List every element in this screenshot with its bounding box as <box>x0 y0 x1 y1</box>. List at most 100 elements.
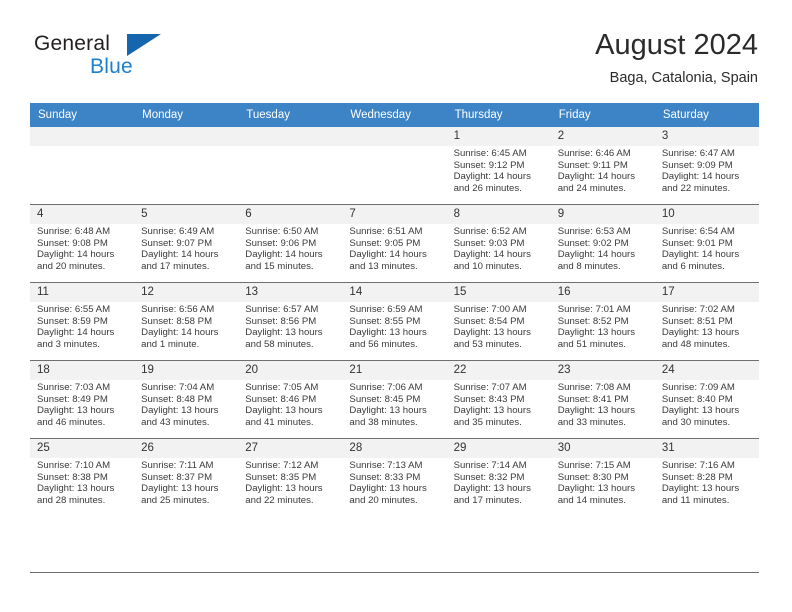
daylight-text-line1: Daylight: 13 hours <box>37 405 115 417</box>
calendar-day-cell[interactable]: 21 Sunrise: 7:06 AM Sunset: 8:45 PM Dayligh… <box>342 360 447 439</box>
calendar-day-cell[interactable]: 2 Sunrise: 6:46 AM Sunset: 9:11 PM Daylight… <box>550 127 655 205</box>
sunset-text: Sunset: 8:43 PM <box>453 393 525 405</box>
calendar-day-cell[interactable]: 17 Sunrise: 7:02 AM Sunset: 8:51 PM Dayligh… <box>654 282 759 361</box>
daylight-text-line2: and 20 minutes. <box>37 260 106 272</box>
day-number: 13 <box>238 283 343 302</box>
sunrise-text: Sunrise: 6:53 AM <box>557 226 631 237</box>
day-details: Sunrise: 6:55 AM Sunset: 8:59 PM Daylight:… <box>30 302 134 350</box>
calendar-day-cell[interactable]: 26 Sunrise: 7:11 AM Sunset: 8:37 PM Dayligh… <box>134 438 239 516</box>
sunrise-text: Sunrise: 6:59 AM <box>349 304 423 315</box>
daylight-text-line2: and 6 minutes. <box>661 260 725 272</box>
day-details: Sunrise: 7:00 AM Sunset: 8:54 PM Daylight:… <box>447 302 551 350</box>
calendar-day-cell[interactable]: 9 Sunrise: 6:53 AM Sunset: 9:02 PM Daylight… <box>550 204 655 283</box>
sunrise-text: Sunrise: 7:08 AM <box>557 382 631 393</box>
calendar-day-cell[interactable]: 23 Sunrise: 7:08 AM Sunset: 8:41 PM Dayligh… <box>550 360 655 439</box>
daylight-text-line2: and 1 minute. <box>141 338 200 350</box>
calendar-week-row: 25 Sunrise: 7:10 AM Sunset: 8:38 PM Dayligh… <box>30 438 759 516</box>
sunrise-text: Sunrise: 7:14 AM <box>453 460 527 471</box>
day-number: 22 <box>446 361 551 380</box>
weekday-header-row: Sunday Monday Tuesday Wednesday Thursday… <box>30 103 759 127</box>
calendar-day-cell[interactable]: 14 Sunrise: 6:59 AM Sunset: 8:55 PM Dayligh… <box>342 282 447 361</box>
page-header: General Blue August 2024 Baga, Catalonia… <box>30 28 758 98</box>
sunset-text: Sunset: 8:55 PM <box>349 315 421 327</box>
day-details: Sunrise: 7:09 AM Sunset: 8:40 PM Daylight:… <box>655 380 759 428</box>
sunrise-text: Sunrise: 6:45 AM <box>453 148 527 159</box>
daylight-text-line2: and 58 minutes. <box>245 338 314 350</box>
calendar-day-cell[interactable]: 28 Sunrise: 7:13 AM Sunset: 8:33 PM Dayligh… <box>342 438 447 516</box>
calendar-day-cell[interactable]: 29 Sunrise: 7:14 AM Sunset: 8:32 PM Dayligh… <box>446 438 551 516</box>
day-details: Sunrise: 7:08 AM Sunset: 8:41 PM Daylight:… <box>551 380 655 428</box>
daylight-text-line1: Daylight: 14 hours <box>661 171 740 183</box>
sunrise-text: Sunrise: 7:06 AM <box>349 382 423 393</box>
calendar-day-cell[interactable]: 31 Sunrise: 7:16 AM Sunset: 8:28 PM Dayligh… <box>654 438 759 516</box>
calendar-day-cell[interactable]: 12 Sunrise: 6:56 AM Sunset: 8:58 PM Dayligh… <box>134 282 239 361</box>
sunrise-text: Sunrise: 6:49 AM <box>141 226 215 237</box>
calendar-bottom-rule <box>30 572 759 573</box>
sunset-text: Sunset: 9:11 PM <box>557 159 628 171</box>
calendar-day-cell[interactable]: 25 Sunrise: 7:10 AM Sunset: 8:38 PM Dayligh… <box>30 438 135 516</box>
calendar-day-cell[interactable]: 5 Sunrise: 6:49 AM Sunset: 9:07 PM Daylight… <box>134 204 239 283</box>
calendar-day-cell[interactable]: 16 Sunrise: 7:01 AM Sunset: 8:52 PM Dayligh… <box>550 282 655 361</box>
day-details: Sunrise: 6:56 AM Sunset: 8:58 PM Daylight:… <box>134 302 238 350</box>
daylight-text-line1: Daylight: 14 hours <box>453 171 531 183</box>
calendar-day-cell[interactable]: 20 Sunrise: 7:05 AM Sunset: 8:46 PM Dayligh… <box>238 360 343 439</box>
daylight-text-line1: Daylight: 14 hours <box>557 171 636 183</box>
calendar-day-cell-empty <box>30 127 135 205</box>
brand-logo[interactable]: General Blue <box>30 28 270 88</box>
calendar-day-cell[interactable]: 18 Sunrise: 7:03 AM Sunset: 8:49 PM Dayligh… <box>30 360 135 439</box>
day-number: 28 <box>342 439 447 458</box>
day-details: Sunrise: 7:06 AM Sunset: 8:45 PM Daylight:… <box>342 380 446 428</box>
sunset-text: Sunset: 8:41 PM <box>557 393 629 405</box>
daylight-text-line2: and 8 minutes. <box>557 260 621 272</box>
sunset-text: Sunset: 9:09 PM <box>661 159 733 171</box>
calendar-day-cell-empty <box>134 127 239 205</box>
title-block: August 2024 Baga, Catalonia, Spain <box>595 28 758 88</box>
brand-name-blue: Blue <box>90 55 133 78</box>
daylight-text-line2: and 22 minutes. <box>661 182 731 194</box>
day-details: Sunrise: 7:03 AM Sunset: 8:49 PM Daylight:… <box>30 380 134 428</box>
calendar-day-cell[interactable]: 10 Sunrise: 6:54 AM Sunset: 9:01 PM Dayligh… <box>654 204 759 283</box>
day-number: 21 <box>342 361 447 380</box>
calendar-day-cell[interactable]: 3 Sunrise: 6:47 AM Sunset: 9:09 PM Daylight… <box>654 127 759 205</box>
daylight-text-line1: Daylight: 13 hours <box>661 483 740 495</box>
day-details: Sunrise: 6:54 AM Sunset: 9:01 PM Daylight:… <box>655 224 759 272</box>
day-details: Sunrise: 7:15 AM Sunset: 8:30 PM Daylight:… <box>551 458 655 506</box>
sunset-text: Sunset: 8:49 PM <box>37 393 108 405</box>
day-details: Sunrise: 7:13 AM Sunset: 8:33 PM Daylight:… <box>342 458 446 506</box>
daylight-text-line1: Daylight: 13 hours <box>661 327 740 339</box>
calendar-day-cell[interactable]: 1 Sunrise: 6:45 AM Sunset: 9:12 PM Daylight… <box>446 127 551 205</box>
calendar-day-cell[interactable]: 15 Sunrise: 7:00 AM Sunset: 8:54 PM Dayligh… <box>446 282 551 361</box>
sunrise-text: Sunrise: 6:51 AM <box>349 226 423 237</box>
calendar-day-cell[interactable]: 24 Sunrise: 7:09 AM Sunset: 8:40 PM Dayligh… <box>654 360 759 439</box>
day-details: Sunrise: 6:47 AM Sunset: 9:09 PM Daylight:… <box>655 146 759 194</box>
day-details: Sunrise: 6:52 AM Sunset: 9:03 PM Daylight:… <box>447 224 551 272</box>
sunset-text: Sunset: 9:07 PM <box>141 237 213 249</box>
sunset-text: Sunset: 8:40 PM <box>661 393 733 405</box>
calendar-day-cell[interactable]: 8 Sunrise: 6:52 AM Sunset: 9:03 PM Daylight… <box>446 204 551 283</box>
calendar-day-cell[interactable]: 27 Sunrise: 7:12 AM Sunset: 8:35 PM Dayligh… <box>238 438 343 516</box>
day-details: Sunrise: 6:46 AM Sunset: 9:11 PM Daylight:… <box>551 146 655 194</box>
sunset-text: Sunset: 8:52 PM <box>557 315 629 327</box>
day-number <box>134 127 239 146</box>
daylight-text-line1: Daylight: 14 hours <box>141 249 219 261</box>
calendar-day-cell[interactable]: 30 Sunrise: 7:15 AM Sunset: 8:30 PM Dayligh… <box>550 438 655 516</box>
day-number: 12 <box>134 283 239 302</box>
day-details: Sunrise: 7:07 AM Sunset: 8:43 PM Daylight:… <box>447 380 551 428</box>
sunset-text: Sunset: 8:54 PM <box>453 315 525 327</box>
calendar-day-cell[interactable]: 13 Sunrise: 6:57 AM Sunset: 8:56 PM Dayligh… <box>238 282 343 361</box>
calendar-day-cell[interactable]: 22 Sunrise: 7:07 AM Sunset: 8:43 PM Dayligh… <box>446 360 551 439</box>
sunset-text: Sunset: 9:03 PM <box>453 237 525 249</box>
calendar-day-cell[interactable]: 6 Sunrise: 6:50 AM Sunset: 9:06 PM Daylight… <box>238 204 343 283</box>
day-number: 18 <box>30 361 135 380</box>
daylight-text-line2: and 48 minutes. <box>661 338 731 350</box>
day-number: 31 <box>654 439 759 458</box>
calendar-day-cell[interactable]: 4 Sunrise: 6:48 AM Sunset: 9:08 PM Daylight… <box>30 204 135 283</box>
day-details: Sunrise: 6:53 AM Sunset: 9:02 PM Daylight:… <box>551 224 655 272</box>
daylight-text-line1: Daylight: 13 hours <box>557 405 636 417</box>
sunset-text: Sunset: 9:12 PM <box>453 159 525 171</box>
calendar-day-cell[interactable]: 19 Sunrise: 7:04 AM Sunset: 8:48 PM Dayligh… <box>134 360 239 439</box>
day-details: Sunrise: 7:11 AM Sunset: 8:37 PM Daylight:… <box>134 458 238 506</box>
calendar-day-cell[interactable]: 7 Sunrise: 6:51 AM Sunset: 9:05 PM Daylight… <box>342 204 447 283</box>
sunset-text: Sunset: 8:45 PM <box>349 393 421 405</box>
calendar-day-cell[interactable]: 11 Sunrise: 6:55 AM Sunset: 8:59 PM Dayligh… <box>30 282 135 361</box>
